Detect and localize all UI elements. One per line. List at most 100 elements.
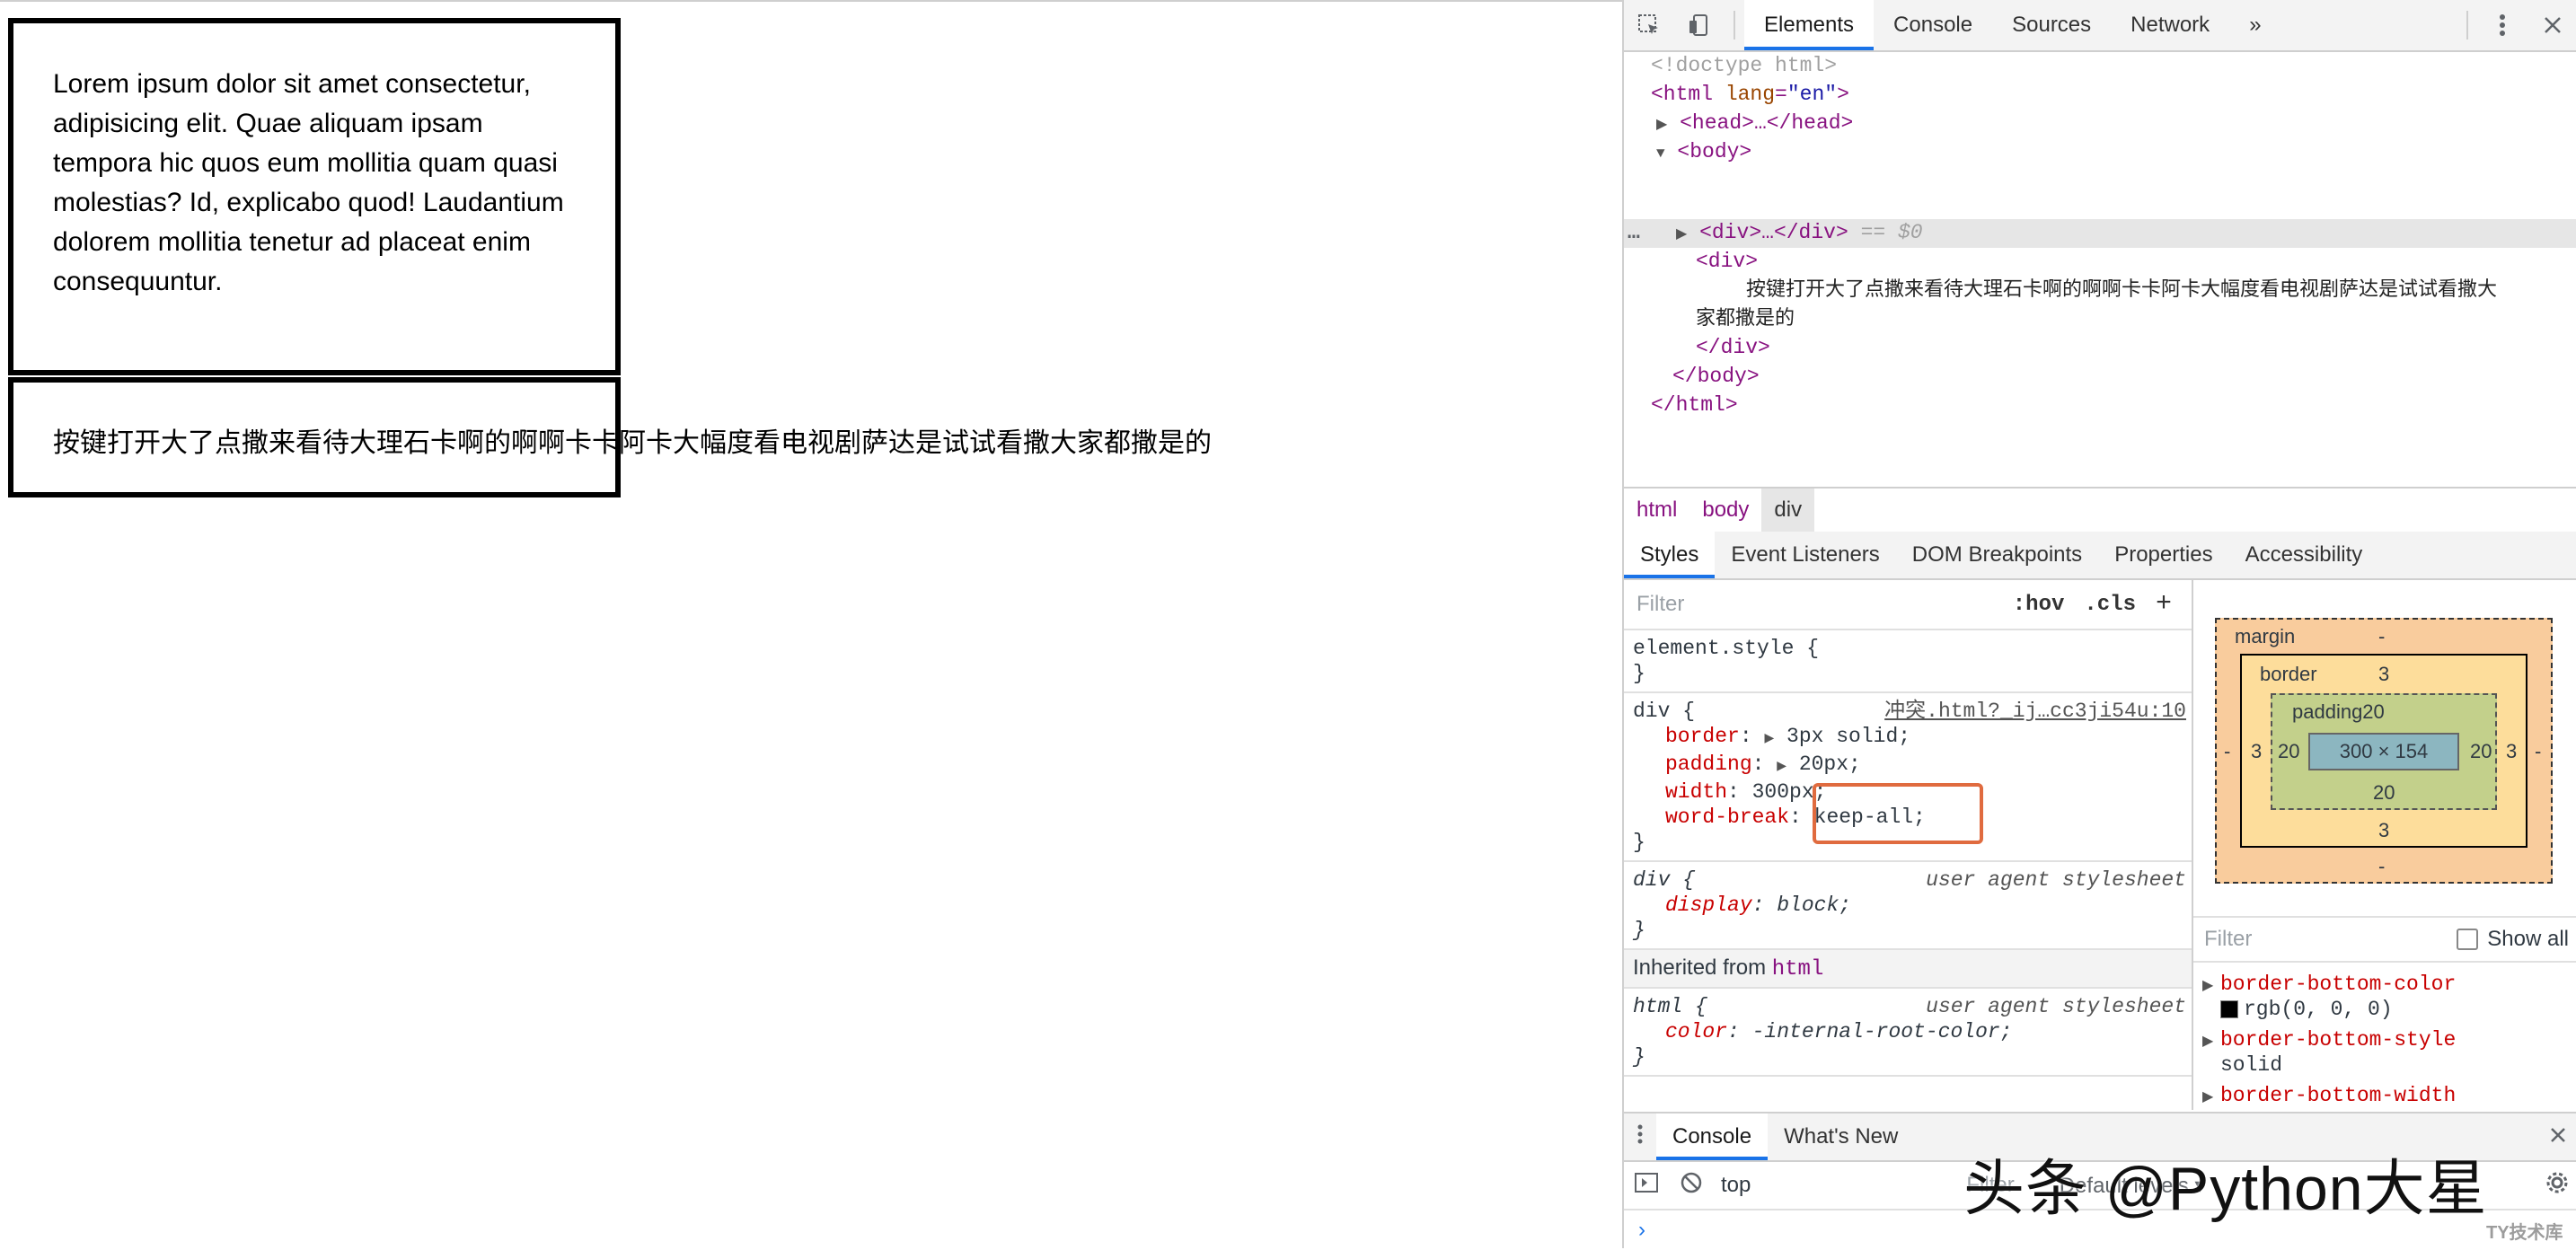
computed-properties-list: ▶ border-bottom-color rgb(0, 0, 0) ▶ borde… [2193,966,2576,1108]
styles-subtabs: Styles Event Listeners DOM Breakpoints P… [1624,532,2576,580]
tab-elements[interactable]: Elements [1744,0,1875,50]
div-collapsed-tag: <div>…</div> [1699,221,1848,244]
css-property-padding[interactable]: padding: ▶ 20px; [1633,752,2192,779]
html-open-tag: <html [1651,83,1714,106]
dom-tree: <!doctype html> <html lang="en"> ▶ <head… [1624,52,2576,485]
ua-stylesheet-label: user agent stylesheet [1926,868,2186,892]
clear-console-icon[interactable] [1669,1171,1714,1201]
tab-sources[interactable]: Sources [1992,0,2111,50]
computed-property[interactable]: ▶ border-bottom-style solid [2193,1022,2576,1078]
more-tabs-button[interactable]: » [2229,0,2280,50]
breadcrumb-body[interactable]: body [1689,489,1761,532]
inspect-element-icon[interactable] [1624,0,1674,50]
console-settings-icon[interactable] [2545,1171,2569,1201]
tab-event-listeners[interactable]: Event Listeners [1715,532,1895,578]
box-model-diagram: 300 × 154 margin - - - - border 3 3 3 3 … [2215,618,2553,884]
drawer-menu-icon[interactable] [1624,1124,1656,1150]
breadcrumb: html body div [1624,487,2576,533]
styles-filter-bar: Filter :hov .cls + [1624,580,2192,630]
computed-pane: 300 × 154 margin - - - - border 3 3 3 3 … [2193,580,2576,1110]
tab-accessibility[interactable]: Accessibility [2229,532,2379,578]
toolbar-divider [1734,11,1735,40]
tab-console[interactable]: Console [1874,0,1992,50]
prompt-chevron-icon: › [1638,1218,1645,1242]
rule-close-brace: } [1633,1045,1645,1069]
close-icon[interactable] [2527,0,2576,50]
margin-label: margin [2235,625,2296,647]
breadcrumb-html[interactable]: html [1624,489,1689,532]
chinese-text: 按键打开大了点撒来看待大理石卡啊的啊啊卡卡阿卡大幅度看电视剧萨达是试试看撒大家都… [53,428,1212,458]
ua-stylesheet-label: user agent stylesheet [1926,995,2186,1018]
border-right-value[interactable]: 3 [2506,740,2517,763]
margin-left-value[interactable]: - [2224,740,2230,763]
context-selector[interactable]: top [1721,1173,1751,1198]
node-menu-dots[interactable]: … [1628,219,1640,246]
computed-filter-bar: Filter Show all [2193,916,2576,963]
element-style-rule: element.style { } [1624,630,2192,693]
drawer-tab-console[interactable]: Console [1656,1114,1769,1160]
div-collapsed-node[interactable]: ▶ <div>…</div> == $0 [1676,219,1923,248]
rule-close-brace: } [1633,919,1645,942]
div-text-line-2: 家都撒是的 [1696,307,1795,330]
div-close-tag: </div> [1696,336,1770,359]
css-property-color: color: -internal-root-color; [1665,1020,2013,1043]
doctype-node[interactable]: <!doctype html> [1651,52,1837,79]
tab-properties[interactable]: Properties [2098,532,2228,578]
head-tag: <head>…</head> [1680,111,1854,135]
word-break-highlight-box [1813,783,1983,844]
styles-filter-input[interactable]: Filter [1636,592,2013,617]
border-top-value[interactable]: 3 [2378,663,2389,686]
sidebar-toggle-icon[interactable] [1624,1172,1669,1200]
ua-div-rule: user agent stylesheet div { display: blo… [1624,862,2192,950]
hov-button[interactable]: :hov [2013,593,2065,617]
padding-label[interactable]: padding20 [2292,700,2385,724]
inherited-header: Inherited from html [1624,950,2192,989]
chinese-box: 按键打开大了点撒来看待大理石卡啊的啊啊卡卡阿卡大幅度看电视剧萨达是试试看撒大家都… [8,377,1212,497]
selected-eq-marker: == $0 [1860,221,1923,244]
page-viewport: Lorem ipsum dolor sit amet consectetur, … [0,0,1622,1250]
border-bottom-value[interactable]: 3 [2378,819,2389,842]
body-node[interactable]: ▼ <body> [1656,138,1751,167]
device-toolbar-icon[interactable] [1674,0,1725,50]
border-left-value[interactable]: 3 [2251,740,2262,763]
ua-html-rule: user agent stylesheet html { color: -int… [1624,989,2192,1077]
margin-top-value[interactable]: - [2378,625,2385,648]
drawer-tab-whats-new[interactable]: What's New [1768,1114,1914,1160]
padding-right-value[interactable]: 20 [2470,740,2492,763]
expand-arrow-icon[interactable]: ▶ [1656,117,1667,133]
html-gt: > [1837,83,1849,106]
div-text-line-1: 按键打开大了点撒来看待大理石卡啊的啊啊卡卡阿卡大幅度看电视剧萨达是试试看撒大 [1746,278,2498,301]
box-model-content[interactable]: 300 × 154 [2308,733,2459,770]
padding-bottom-value[interactable]: 20 [2373,781,2395,805]
margin-right-value[interactable]: - [2535,740,2541,763]
computed-property[interactable]: ▶ border-bottom-width [2193,1078,2576,1108]
tab-styles[interactable]: Styles [1624,532,1716,578]
element-style-selector[interactable]: element.style { [1633,636,2192,661]
cls-button[interactable]: .cls [2084,593,2136,617]
padding-left-value[interactable]: 20 [2278,740,2299,763]
kebab-menu-icon[interactable] [2477,0,2527,50]
html-node[interactable]: <html lang="en"> [1651,81,1849,108]
margin-bottom-value[interactable]: - [2378,855,2385,878]
add-rule-button[interactable]: + [2156,589,2172,620]
show-all-label: Show all [2487,927,2569,951]
rule-close-brace: } [1633,662,1645,685]
inherited-tag-link[interactable]: html [1772,957,1824,982]
breadcrumb-div[interactable]: div [1761,489,1815,532]
html-close-tag: </html> [1651,393,1738,417]
show-all-checkbox[interactable] [2457,929,2479,950]
rule-source-link[interactable]: 冲突.html?_ij…cc3ji54u:10 [1884,699,2186,724]
lang-value: "en" [1786,83,1838,106]
body-close-tag: </body> [1672,365,1760,388]
expand-arrow-icon[interactable]: ▶ [1676,226,1687,242]
css-property-border[interactable]: border: ▶ 3px solid; [1633,724,2192,752]
div-open-tag[interactable]: <div> [1696,248,1758,275]
computed-property[interactable]: ▶ border-bottom-color rgb(0, 0, 0) [2193,966,2576,1022]
devtools-toolbar: Elements Console Sources Network » [1624,0,2576,52]
drawer-close-icon[interactable] [2538,1124,2576,1149]
head-node[interactable]: ▶ <head>…</head> [1656,110,1853,138]
tab-dom-breakpoints[interactable]: DOM Breakpoints [1896,532,2098,578]
computed-filter-input[interactable]: Filter [2204,927,2457,952]
collapse-arrow-icon[interactable]: ▼ [1656,145,1665,162]
tab-network[interactable]: Network [2111,0,2229,50]
